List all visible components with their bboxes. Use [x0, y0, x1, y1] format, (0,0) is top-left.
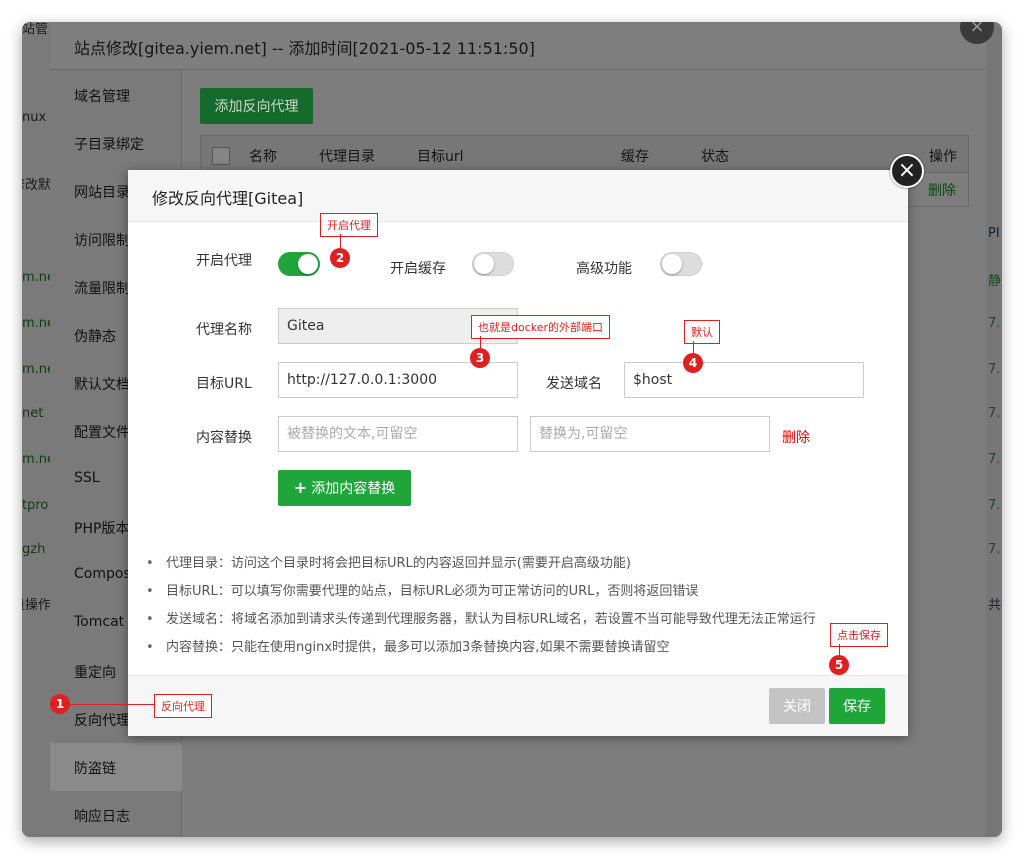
- bg-fragment: 7.: [988, 452, 1001, 467]
- bg-fragment: 7.: [988, 542, 1001, 557]
- bg-fragment: 7.: [988, 498, 1001, 513]
- replace-from-input[interactable]: [278, 416, 518, 452]
- bg-fragment: 修改默: [22, 178, 52, 193]
- bg-fragment: gzh: [22, 542, 46, 557]
- menu-item-reverse-proxy[interactable]: 反向代理: [74, 710, 130, 730]
- replace-label: 内容替换: [196, 430, 252, 446]
- col-proxy-dir: 代理目录: [319, 149, 375, 165]
- menu-item-subdir[interactable]: 子目录绑定: [74, 134, 144, 154]
- bg-fragment: 静: [988, 274, 1002, 289]
- replace-to-input[interactable]: [530, 416, 770, 452]
- bg-fragment: tpro: [22, 498, 49, 513]
- menu-item-domain[interactable]: 域名管理: [74, 86, 130, 106]
- annotation-badge-4: 4: [683, 353, 703, 373]
- annotation-line: [693, 341, 694, 353]
- annotation-line: [480, 336, 481, 348]
- toggle-knob: [298, 254, 318, 274]
- annotation-badge-2: 2: [330, 248, 350, 268]
- target-url-label: 目标URL: [196, 376, 252, 392]
- site-panel-header: 站点修改[gitea.yiem.net] -- 添加时间[2021-05-12 …: [50, 22, 986, 70]
- modal-close-icon[interactable]: ×: [890, 154, 924, 188]
- annotation-badge-5: 5: [829, 655, 849, 675]
- toggle-knob: [474, 254, 494, 274]
- modal-title: 修改反向代理[Gitea]: [152, 189, 304, 208]
- enable-proxy-label: 开启代理: [196, 253, 252, 269]
- col-name: 名称: [249, 149, 277, 165]
- enable-cache-label: 开启缓存: [390, 261, 446, 277]
- annotation-line: [839, 644, 840, 655]
- col-target-url: 目标url: [417, 149, 464, 165]
- annotation-line: [340, 234, 341, 248]
- bg-fragment: 共: [988, 598, 1002, 613]
- annotation-note-4: 默认: [684, 320, 720, 344]
- toggle-knob: [662, 254, 682, 274]
- modal-footer: 关闭 保存: [128, 675, 908, 736]
- bg-fragment: net: [22, 406, 44, 421]
- advanced-label: 高级功能: [576, 261, 632, 277]
- send-domain-label: 发送域名: [546, 376, 602, 392]
- bg-fragment: 7.: [988, 316, 1001, 331]
- add-replace-button[interactable]: + 添加内容替换: [278, 470, 411, 506]
- menu-item-default-doc[interactable]: 默认文档: [74, 374, 130, 394]
- bg-fragment: PI: [988, 226, 1000, 241]
- list-item: 内容替换：只能在使用nginx时提供，最多可以添加3条替换内容,如果不需要替换请…: [146, 634, 896, 662]
- proxy-name-label: 代理名称: [196, 322, 252, 338]
- save-button[interactable]: 保存: [829, 688, 885, 724]
- col-actions: 操作: [929, 149, 957, 165]
- add-reverse-proxy-button[interactable]: 添加反向代理: [200, 88, 313, 124]
- menu-item-rewrite[interactable]: 伪静态: [74, 326, 116, 346]
- annotation-note-1: 反向代理: [154, 694, 212, 718]
- menu-item-tomcat[interactable]: Tomcat: [74, 614, 124, 630]
- bg-fragment: 量操作: [22, 598, 52, 613]
- list-item: 目标URL：可以填写你需要代理的站点，目标URL必须为可正常访问的URL，否则将…: [146, 578, 896, 606]
- bg-fragment: nux: [22, 110, 47, 125]
- annotation-badge-3: 3: [470, 348, 490, 368]
- add-replace-label: 添加内容替换: [311, 481, 396, 497]
- menu-item-traffic-limit[interactable]: 流量限制: [74, 278, 130, 298]
- list-item: 代理目录：访问这个目录时将会把目标URL的内容返回并显示(需要开启高级功能): [146, 550, 896, 578]
- tips-list: 代理目录：访问这个目录时将会把目标URL的内容返回并显示(需要开启高级功能) 目…: [146, 550, 896, 662]
- menu-item-site-dir[interactable]: 网站目录: [74, 182, 130, 202]
- menu-item-access-limit[interactable]: 访问限制: [74, 230, 130, 250]
- background-right-strip: PI 静 7. 7. 7. 7. 7. 7. 共: [986, 22, 1002, 837]
- edit-proxy-modal: 修改反向代理[Gitea] × 开启代理 开启缓存 高级功能 代理名称 目标UR…: [128, 154, 924, 736]
- plus-icon: +: [293, 478, 308, 497]
- annotation-note-3: 也就是docker的外部端口: [471, 315, 611, 339]
- annotation-line: [70, 704, 154, 705]
- menu-item-response-log[interactable]: 响应日志: [74, 806, 130, 826]
- modal-header: 修改反向代理[Gitea] ×: [128, 154, 924, 222]
- send-domain-input[interactable]: [624, 362, 864, 398]
- select-all-checkbox[interactable]: [212, 147, 230, 165]
- enable-proxy-toggle[interactable]: [278, 252, 320, 276]
- col-cache: 缓存: [621, 149, 649, 165]
- menu-item-redirect[interactable]: 重定向: [74, 662, 116, 682]
- list-item: 发送域名：将域名添加到请求头传递到代理服务器，默认为目标URL域名，若设置不当可…: [146, 606, 896, 634]
- menu-active-highlight: [50, 743, 182, 791]
- menu-item-php-version[interactable]: PHP版本: [74, 518, 129, 538]
- annotation-note-2: 开启代理: [320, 213, 378, 237]
- advanced-toggle[interactable]: [660, 252, 702, 276]
- annotation-badge-1: 1: [50, 694, 70, 714]
- bg-fragment: 7.: [988, 362, 1001, 377]
- col-status: 状态: [701, 149, 729, 165]
- row-delete-link[interactable]: 删除: [928, 180, 956, 200]
- menu-item-config-file[interactable]: 配置文件: [74, 422, 130, 442]
- replace-delete-link[interactable]: 删除: [782, 427, 810, 447]
- enable-cache-toggle[interactable]: [472, 252, 514, 276]
- site-panel-title: 站点修改[gitea.yiem.net] -- 添加时间[2021-05-12 …: [74, 39, 535, 58]
- menu-item-hotlink[interactable]: 防盗链: [74, 758, 116, 778]
- menu-item-ssl[interactable]: SSL: [74, 470, 100, 486]
- bg-fragment: 7.: [988, 406, 1001, 421]
- bg-fragment: 站管: [22, 22, 49, 37]
- close-button[interactable]: 关闭: [769, 688, 825, 724]
- background-left-strip: 站管 nux 修改默 m.ne m.ne m.ne net m.ne tpro …: [22, 22, 55, 837]
- proxy-table-header: 名称 代理目录 目标url 缓存 状态 操作: [200, 135, 969, 173]
